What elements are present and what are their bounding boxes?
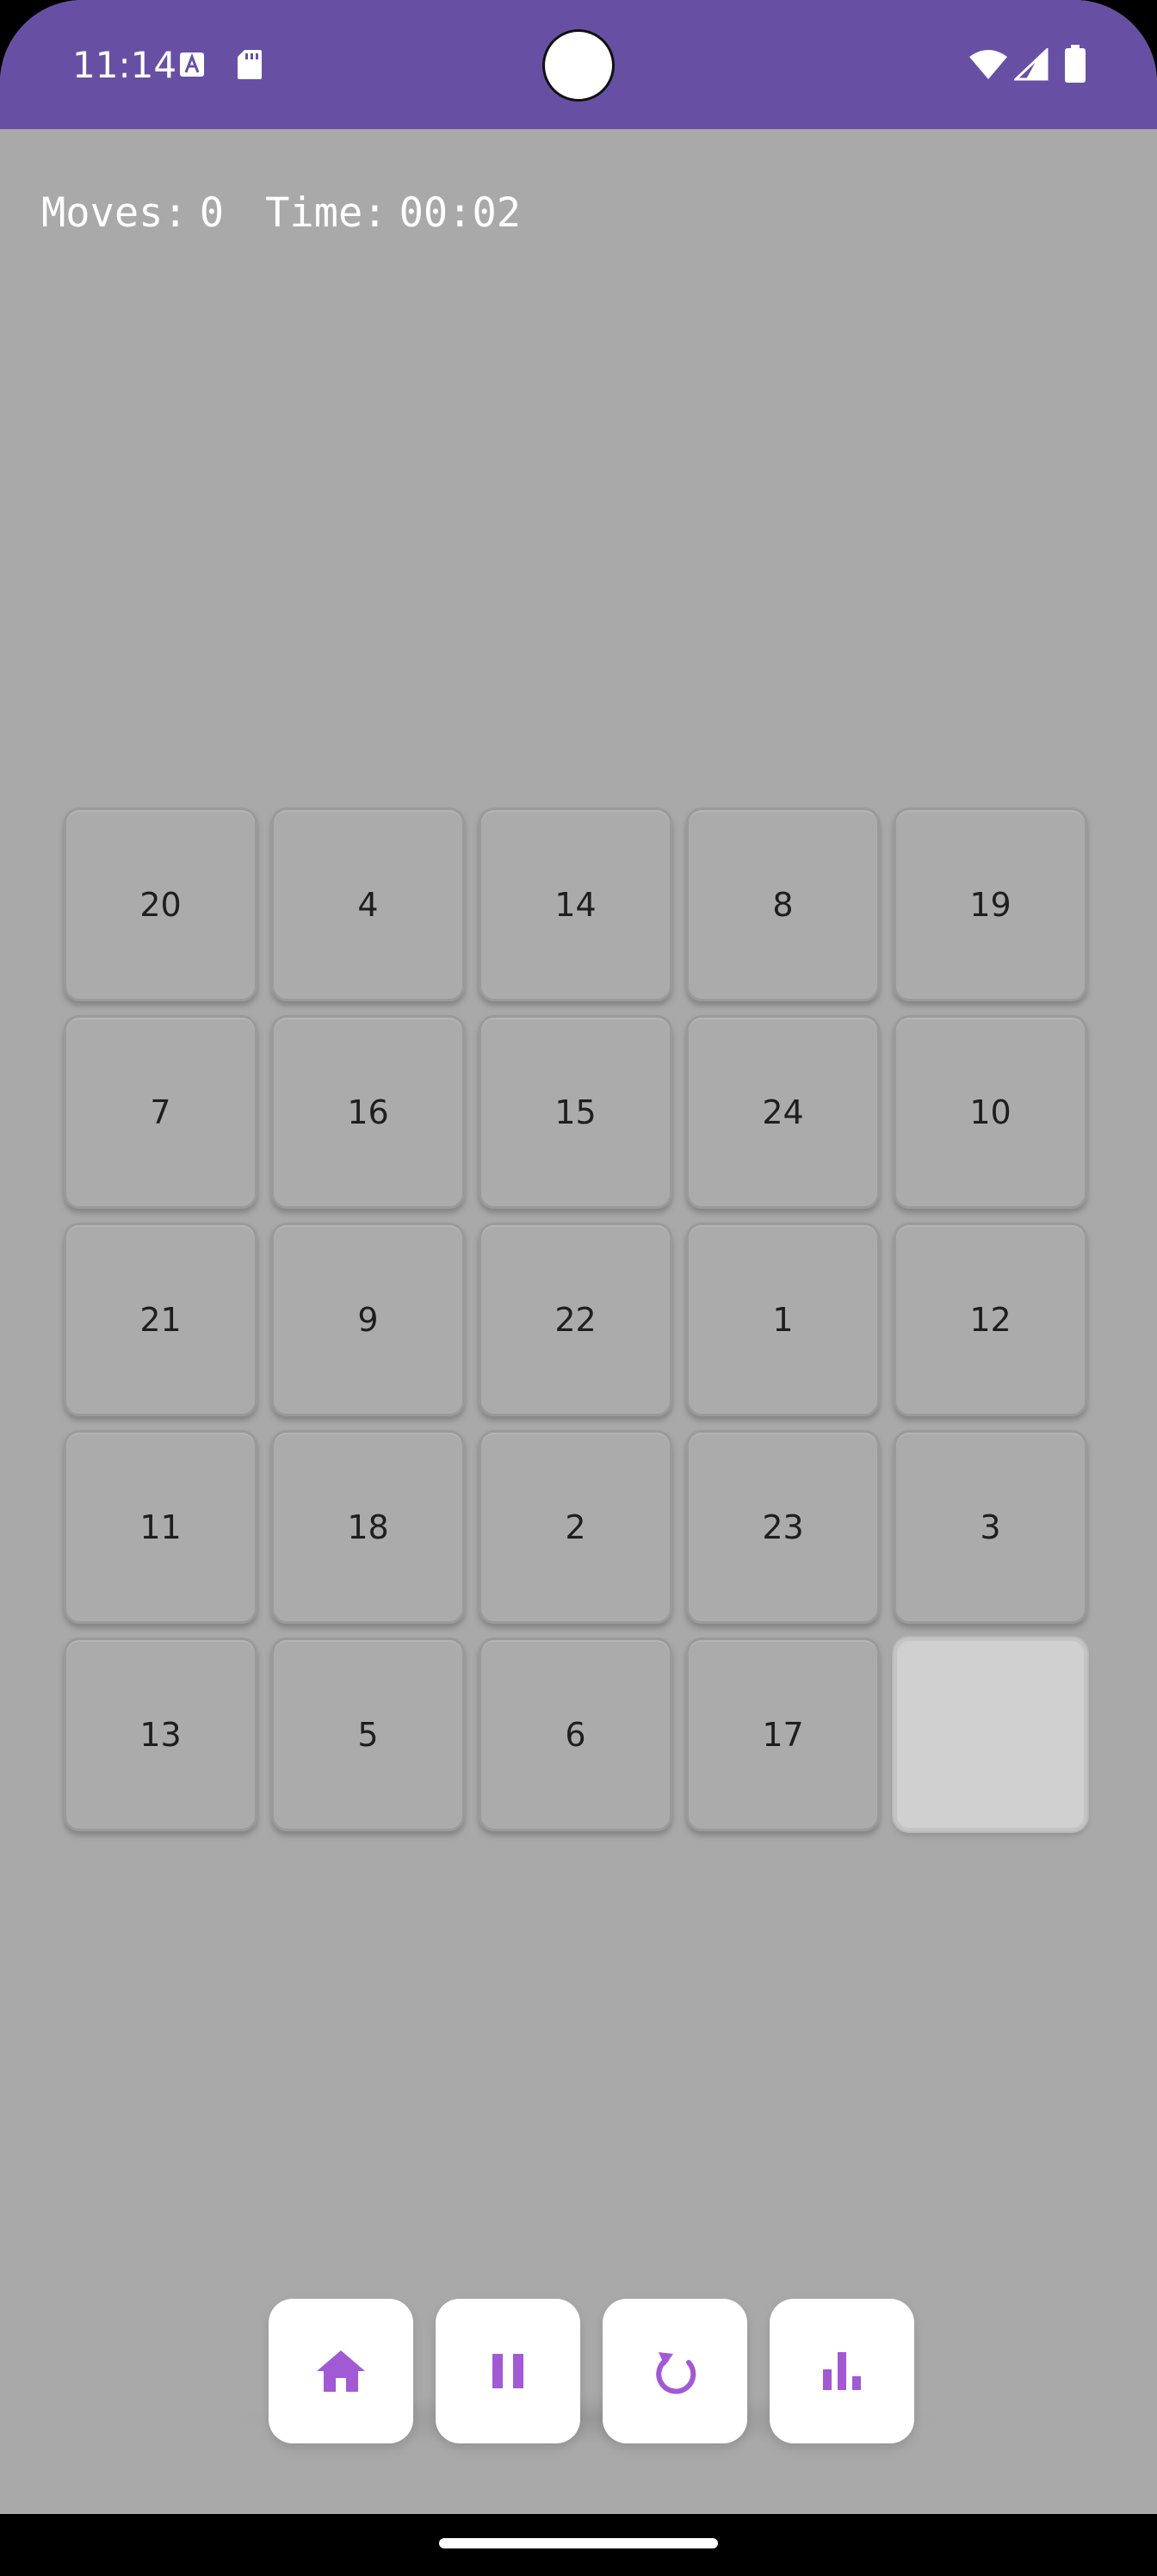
moves-label: Moves:: [41, 189, 188, 237]
puzzle-tile[interactable]: 7: [64, 1015, 257, 1209]
puzzle-tile[interactable]: 5: [271, 1638, 465, 1831]
time-value: 00:02: [399, 189, 522, 237]
battery-icon: [1065, 45, 1086, 83]
puzzle-tile[interactable]: 16: [271, 1015, 465, 1209]
puzzle-tile[interactable]: 21: [64, 1223, 257, 1416]
status-time: 11:14: [72, 44, 177, 86]
game-stats: Moves: 0 Time: 00:02: [41, 186, 521, 241]
puzzle-tile[interactable]: 2: [479, 1430, 672, 1624]
camera-cutout: [542, 29, 615, 102]
puzzle-tile[interactable]: 18: [271, 1430, 465, 1624]
restart-button[interactable]: [603, 2299, 747, 2443]
font-a-icon: [180, 53, 204, 77]
refresh-icon: [656, 2352, 696, 2394]
puzzle-tile[interactable]: 6: [479, 1638, 672, 1831]
puzzle-tile[interactable]: 15: [479, 1015, 672, 1209]
home-button[interactable]: [269, 2299, 413, 2443]
puzzle-tile[interactable]: 8: [686, 808, 880, 1001]
puzzle-tile[interactable]: 10: [894, 1015, 1087, 1209]
puzzle-tile[interactable]: 22: [479, 1223, 672, 1416]
empty-tile[interactable]: [894, 1638, 1087, 1831]
sd-card-icon: [238, 50, 262, 79]
puzzle-tile[interactable]: 3: [894, 1430, 1087, 1624]
puzzle-tile[interactable]: 24: [686, 1015, 880, 1209]
pause-icon: [492, 2354, 523, 2388]
puzzle-tile[interactable]: 23: [686, 1430, 880, 1624]
wifi-icon: [969, 50, 1007, 79]
status-bar: 11:14: [0, 0, 1157, 129]
puzzle-tile[interactable]: 17: [686, 1638, 880, 1831]
puzzle-tile[interactable]: 1: [686, 1223, 880, 1416]
stats-button[interactable]: [770, 2299, 914, 2443]
bar-chart-icon: [823, 2352, 861, 2390]
game-screen: 11:14 Moves: 0 Time: 00:02 20 4 14 8 19 7 16 15 24 1…: [0, 0, 1157, 2576]
puzzle-tile[interactable]: 20: [64, 808, 257, 1001]
home-gesture-handle[interactable]: [439, 2538, 718, 2548]
puzzle-board: 20 4 14 8 19 7 16 15 24 10 21 9 22 1 12 11 18 2 23 3 13 5 6 17: [64, 808, 1093, 1841]
puzzle-tile[interactable]: 12: [894, 1223, 1087, 1416]
home-icon: [317, 2350, 365, 2392]
puzzle-tile[interactable]: 14: [479, 808, 672, 1001]
signal-icon: [1014, 48, 1049, 81]
puzzle-tile[interactable]: 4: [271, 808, 465, 1001]
puzzle-tile[interactable]: 13: [64, 1638, 257, 1831]
pause-button[interactable]: [436, 2299, 580, 2443]
puzzle-tile[interactable]: 9: [271, 1223, 465, 1416]
moves-value: 0: [199, 189, 225, 237]
time-label: Time:: [265, 189, 387, 237]
bottom-toolbar: [269, 2299, 914, 2443]
puzzle-tile[interactable]: 11: [64, 1430, 257, 1624]
puzzle-tile[interactable]: 19: [894, 808, 1087, 1001]
